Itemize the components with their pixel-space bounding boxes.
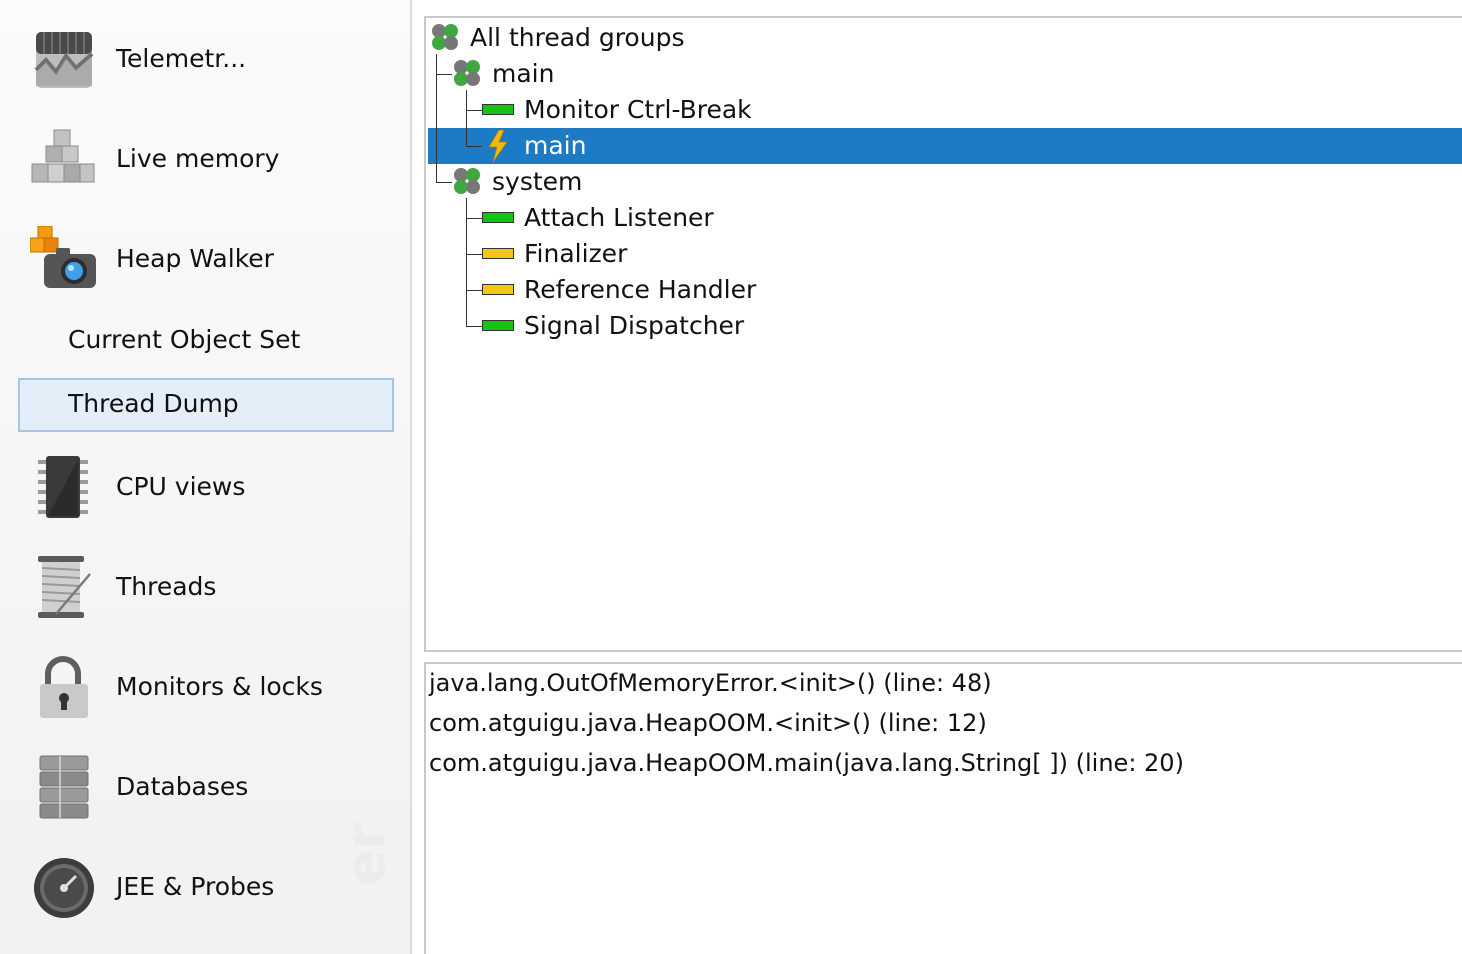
thread-group-icon — [432, 24, 458, 50]
sidebar: Telemetr... Live memory Heap Walker Curr… — [0, 0, 412, 954]
tree-node-thread[interactable]: Attach Listener — [482, 200, 1082, 236]
tree-line — [466, 90, 467, 146]
tree-node-label: main — [492, 59, 555, 88]
tree-node-label: Attach Listener — [524, 203, 714, 232]
stack-trace-panel[interactable]: java.lang.OutOfMemoryError.<init>() (lin… — [424, 662, 1462, 954]
tree-node-label: Signal Dispatcher — [524, 311, 745, 340]
tree-line — [466, 290, 482, 291]
telemetry-chart-icon — [34, 32, 94, 88]
database-stack-icon — [39, 755, 89, 819]
sidebar-item-label: Live memory — [116, 144, 280, 173]
tree-line — [466, 146, 482, 147]
sidebar-item-label: Monitors & locks — [116, 672, 323, 701]
tree-node-root[interactable]: All thread groups — [430, 20, 830, 56]
stack-frame[interactable]: java.lang.OutOfMemoryError.<init>() (lin… — [429, 669, 992, 697]
tree-node-label: Finalizer — [524, 239, 628, 268]
lightning-icon — [488, 130, 508, 162]
sidebar-subitem-label: Thread Dump — [68, 389, 239, 418]
stack-frame[interactable]: com.atguigu.java.HeapOOM.main(java.lang.… — [429, 749, 1184, 777]
tree-node-label: Monitor Ctrl-Break — [524, 95, 752, 124]
thread-state-green-icon — [482, 320, 514, 331]
thread-state-green-icon — [482, 104, 514, 115]
sidebar-item-telemetry[interactable]: Telemetr... — [0, 14, 410, 104]
tree-line — [466, 254, 482, 255]
tree-node-thread[interactable]: Finalizer — [482, 236, 1082, 272]
sidebar-subitem-thread-dump[interactable]: Thread Dump — [18, 378, 394, 432]
thread-state-yellow-icon — [482, 248, 514, 259]
tree-line — [436, 182, 452, 183]
thread-state-yellow-icon — [482, 284, 514, 295]
tree-node-thread[interactable]: Signal Dispatcher — [482, 308, 1082, 344]
tree-node-thread[interactable]: Monitor Ctrl-Break — [482, 92, 1082, 128]
tree-line — [466, 326, 482, 327]
cpu-chip-icon — [38, 456, 88, 518]
thread-state-green-icon — [482, 212, 514, 223]
sidebar-item-label: Databases — [116, 772, 249, 801]
tree-line — [436, 74, 452, 75]
tree-node-thread-selected[interactable]: main — [482, 128, 1082, 164]
sidebar-item-monitors-locks[interactable]: Monitors & locks — [0, 642, 410, 732]
sidebar-item-label: JEE & Probes — [116, 872, 275, 901]
tree-node-label: main — [524, 131, 587, 160]
tree-node-label: system — [492, 167, 583, 196]
sidebar-subitem-current-object-set[interactable]: Current Object Set — [18, 314, 394, 368]
sidebar-item-label: CPU views — [116, 472, 246, 501]
speedometer-icon — [34, 858, 94, 918]
tree-line — [466, 218, 482, 219]
thread-tree[interactable]: All thread groups main Monitor Ctrl-Brea… — [424, 16, 1462, 652]
tree-node-label: Reference Handler — [524, 275, 757, 304]
tree-node-group-main[interactable]: main — [452, 56, 852, 92]
watermark-text: er — [334, 822, 397, 886]
tree-node-label: All thread groups — [470, 23, 685, 52]
sidebar-subitem-label: Current Object Set — [68, 325, 301, 354]
sidebar-item-label: Telemetr... — [116, 44, 247, 73]
thread-spool-icon — [38, 556, 91, 618]
live-memory-blocks-icon — [31, 129, 95, 183]
thread-group-icon — [454, 60, 480, 86]
padlock-icon — [40, 656, 88, 718]
stack-frame[interactable]: com.atguigu.java.HeapOOM.<init>() (line:… — [429, 709, 987, 737]
sidebar-item-live-memory[interactable]: Live memory — [0, 114, 410, 204]
sidebar-item-cpu-views[interactable]: CPU views — [0, 442, 410, 532]
sidebar-item-label: Threads — [116, 572, 217, 601]
heap-walker-camera-icon — [30, 226, 96, 288]
sidebar-item-threads[interactable]: Threads — [0, 542, 410, 632]
sidebar-item-heap-walker[interactable]: Heap Walker — [0, 214, 410, 304]
tree-node-thread[interactable]: Reference Handler — [482, 272, 1082, 308]
tree-line — [466, 110, 482, 111]
sidebar-item-label: Heap Walker — [116, 244, 274, 273]
thread-group-icon — [454, 168, 480, 194]
sidebar-item-databases[interactable]: Databases — [0, 742, 410, 832]
tree-node-group-system[interactable]: system — [452, 164, 852, 200]
